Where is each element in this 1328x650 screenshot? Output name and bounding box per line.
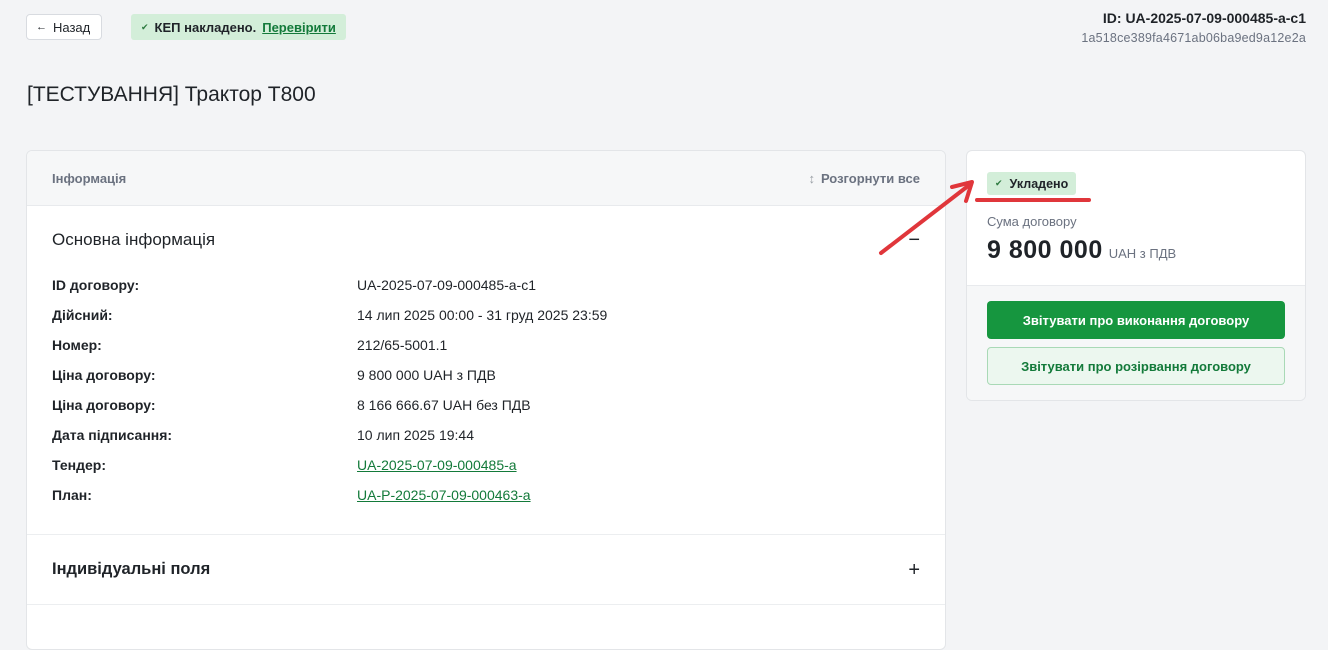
basic-info-title: Основна інформація bbox=[52, 230, 216, 249]
contract-summary-card: ✔ Укладено Сума договору 9 800 000 UAH з… bbox=[966, 150, 1306, 401]
row-value: 10 лип 2025 19:44 bbox=[357, 427, 474, 443]
info-card: Інформація ↕ Розгорнути все Основна інфо… bbox=[26, 150, 946, 650]
row-value: UA-2025-07-09-000485-a-c1 bbox=[357, 277, 536, 293]
row-label: ID договору: bbox=[52, 277, 140, 293]
expand-vertical-icon: ↕ bbox=[808, 170, 815, 186]
info-row-signing-date: Дата підписання: 10 лип 2025 19:44 bbox=[52, 420, 920, 450]
status-badge: ✔ Укладено bbox=[987, 172, 1077, 195]
arrow-left-icon: ← bbox=[36, 20, 47, 33]
annotation-underline bbox=[975, 198, 1091, 202]
basic-info-section: Основна інформація − ID договору: UA-202… bbox=[27, 206, 945, 535]
verify-signature-link[interactable]: Перевірити bbox=[262, 20, 336, 35]
status-label: Укладено bbox=[1009, 176, 1069, 191]
info-row-valid: Дійсний: 14 лип 2025 00:00 - 31 груд 202… bbox=[52, 300, 920, 330]
row-value: 9 800 000 UAH з ПДВ bbox=[357, 367, 496, 383]
row-label: Номер: bbox=[52, 337, 102, 353]
info-row-price-vat: Ціна договору: 9 800 000 UAH з ПДВ bbox=[52, 360, 920, 390]
custom-fields-title: Індивідуальні поля bbox=[52, 560, 211, 578]
info-row-contract-id: ID договору: UA-2025-07-09-000485-a-c1 bbox=[52, 270, 920, 300]
signature-text: КЕП накладено. bbox=[154, 19, 257, 35]
plus-icon[interactable]: + bbox=[908, 560, 920, 580]
info-card-header: Інформація ↕ Розгорнути все bbox=[27, 151, 945, 206]
annotation-arrow-icon bbox=[879, 180, 974, 255]
contract-sum-label: Сума договору bbox=[987, 214, 1077, 229]
contract-sum-currency: UAH з ПДВ bbox=[1108, 246, 1177, 261]
info-row-price-no-vat: Ціна договору: 8 166 666.67 UAH без ПДВ bbox=[52, 390, 920, 420]
row-label: Тендер: bbox=[52, 457, 106, 473]
contract-sum-value: 9 800 000 bbox=[987, 236, 1103, 264]
page-title: [ТЕСТУВАННЯ] Трактор Т800 bbox=[27, 83, 316, 106]
row-value: 8 166 666.67 UAH без ПДВ bbox=[357, 397, 531, 413]
info-header-label: Інформація bbox=[52, 170, 127, 186]
row-value: 212/65-5001.1 bbox=[357, 337, 448, 353]
row-value: 14 лип 2025 00:00 - 31 груд 2025 23:59 bbox=[357, 307, 608, 323]
back-button[interactable]: ← Назад bbox=[26, 14, 103, 40]
back-button-label: Назад bbox=[53, 19, 91, 35]
contract-sum: 9 800 000 UAH з ПДВ bbox=[987, 236, 1176, 265]
check-icon: ✔ bbox=[995, 178, 1003, 188]
custom-fields-header[interactable]: Індивідуальні поля + bbox=[27, 560, 945, 580]
row-label: Дата підписання: bbox=[52, 427, 173, 443]
report-execution-button[interactable]: Звітувати про виконання договору bbox=[987, 301, 1285, 339]
check-icon: ✔ bbox=[141, 21, 149, 32]
contract-summary-top: ✔ Укладено Сума договору 9 800 000 UAH з… bbox=[967, 151, 1305, 286]
basic-info-rows: ID договору: UA-2025-07-09-000485-a-c1 Д… bbox=[27, 270, 945, 510]
plan-link[interactable]: UA-P-2025-07-09-000463-a bbox=[357, 487, 531, 503]
document-hash: 1a518ce389fa4671ab06ba9ed9a12e2a bbox=[1081, 31, 1306, 45]
contract-actions: Звітувати про виконання договору Звітува… bbox=[967, 286, 1305, 400]
row-label: Дійсний: bbox=[52, 307, 113, 323]
row-label: План: bbox=[52, 487, 92, 503]
info-row-plan: План: UA-P-2025-07-09-000463-a bbox=[52, 480, 920, 510]
signature-badge: ✔ КЕП накладено. Перевірити bbox=[131, 14, 346, 40]
tender-link[interactable]: UA-2025-07-09-000485-a bbox=[357, 457, 517, 473]
document-id-block: ID: UA-2025-07-09-000485-a-c1 1a518ce389… bbox=[1081, 10, 1306, 45]
row-label: Ціна договору: bbox=[52, 397, 156, 413]
custom-fields-section: Індивідуальні поля + bbox=[27, 535, 945, 605]
report-termination-button[interactable]: Звітувати про розірвання договору bbox=[987, 347, 1285, 385]
document-id: ID: UA-2025-07-09-000485-a-c1 bbox=[1102, 10, 1306, 26]
info-row-number: Номер: 212/65-5001.1 bbox=[52, 330, 920, 360]
info-row-tender: Тендер: UA-2025-07-09-000485-a bbox=[52, 450, 920, 480]
row-label: Ціна договору: bbox=[52, 367, 156, 383]
basic-info-header[interactable]: Основна інформація − bbox=[27, 230, 945, 250]
